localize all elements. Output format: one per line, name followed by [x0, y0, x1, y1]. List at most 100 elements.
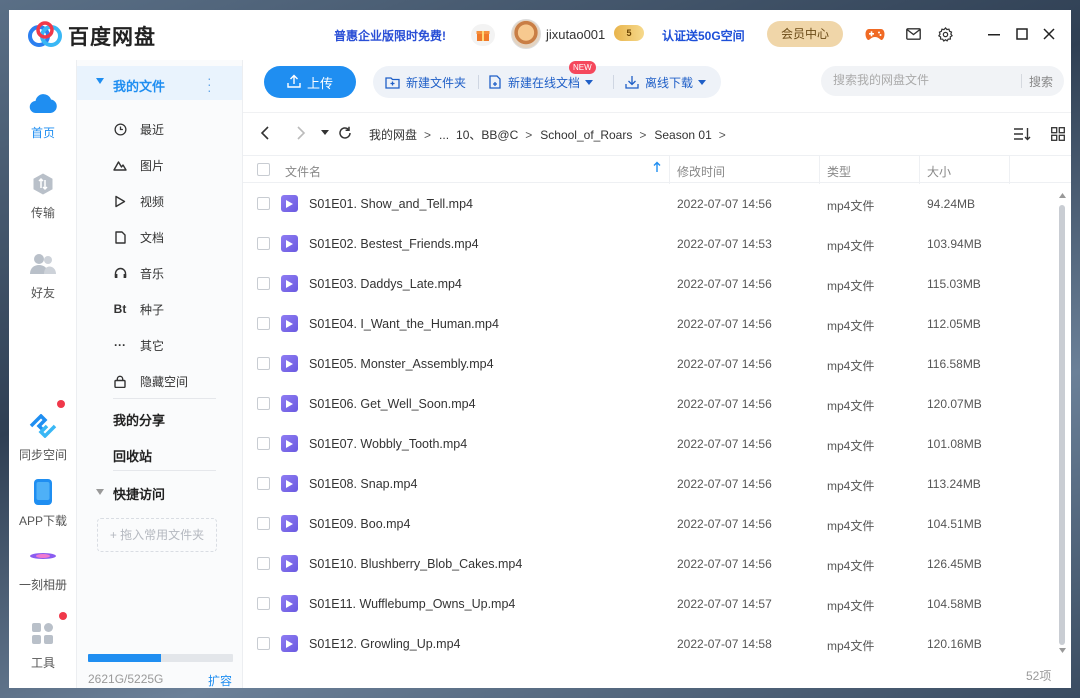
settings-gear-icon[interactable] [935, 24, 955, 44]
file-name[interactable]: S01E01. Show_and_Tell.mp4 [309, 197, 473, 211]
rail-item-friends[interactable]: 好友 [9, 250, 77, 301]
column-header-modified[interactable]: 修改时间 [677, 163, 725, 180]
vertical-scrollbar[interactable] [1058, 193, 1066, 653]
table-row[interactable]: S01E12. Growling_Up.mp4 2022-07-07 14:58 m… [243, 624, 1053, 654]
sidebar-item-hidden-space[interactable]: 隐藏空间 [113, 371, 188, 391]
table-row[interactable]: S01E11. Wufflebump_Owns_Up.mp4 2022-07-07… [243, 584, 1053, 624]
file-name[interactable]: S01E03. Daddys_Late.mp4 [309, 277, 462, 291]
column-divider[interactable] [1009, 156, 1010, 184]
rail-item-app-download[interactable]: APP下载 [9, 478, 77, 529]
avatar[interactable] [511, 19, 541, 49]
scroll-down-icon[interactable] [1059, 648, 1066, 653]
breadcrumb-ellipsis[interactable]: ... [439, 128, 449, 142]
file-name[interactable]: S01E02. Bestest_Friends.mp4 [309, 237, 479, 251]
column-divider[interactable] [669, 156, 670, 184]
sidebar-item-videos[interactable]: 视频 [113, 191, 164, 211]
sort-ascending-icon[interactable] [653, 161, 661, 176]
row-checkbox[interactable] [257, 277, 270, 290]
upload-button[interactable]: 上传 [264, 66, 356, 98]
sidebar-item-documents[interactable]: 文档 [113, 227, 164, 247]
rail-item-home[interactable]: 首页 [9, 90, 77, 141]
column-header-size[interactable]: 大小 [927, 163, 951, 180]
breadcrumb-item-current[interactable]: Season 01 [654, 128, 711, 142]
rail-item-album[interactable]: 一刻相册 [9, 542, 77, 593]
breadcrumb-item[interactable]: School_of_Roars [540, 128, 632, 142]
grid-view-icon[interactable] [1049, 125, 1067, 143]
sidebar-item-music[interactable]: 音乐 [113, 263, 164, 283]
file-name[interactable]: S01E06. Get_Well_Soon.mp4 [309, 397, 476, 411]
expand-storage-link[interactable]: 扩容 [208, 672, 232, 688]
table-row[interactable]: S01E05. Monster_Assembly.mp4 2022-07-07 1… [243, 344, 1053, 384]
gift-icon[interactable] [471, 24, 495, 46]
row-checkbox[interactable] [257, 597, 270, 610]
column-divider[interactable] [919, 156, 920, 184]
table-row[interactable]: S01E10. Blushberry_Blob_Cakes.mp4 2022-07… [243, 544, 1053, 584]
row-checkbox[interactable] [257, 197, 270, 210]
select-all-checkbox[interactable] [257, 163, 270, 176]
sidebar-item-my-share[interactable]: 我的分享 [113, 410, 165, 429]
row-checkbox[interactable] [257, 517, 270, 530]
sidebar-item-recycle-bin[interactable]: 回收站 [113, 446, 152, 465]
table-row[interactable]: S01E03. Daddys_Late.mp4 2022-07-07 14:56 m… [243, 264, 1053, 304]
mail-icon[interactable] [903, 24, 923, 44]
file-name[interactable]: S01E09. Boo.mp4 [309, 517, 410, 531]
sidebar-item-torrents[interactable]: Bt 种子 [113, 299, 164, 319]
file-name[interactable]: S01E10. Blushberry_Blob_Cakes.mp4 [309, 557, 522, 571]
promo-link[interactable]: 普惠企业版限时免费! [334, 27, 446, 44]
table-row[interactable]: S01E01. Show_and_Tell.mp4 2022-07-07 14:5… [243, 184, 1053, 224]
table-row[interactable]: S01E08. Snap.mp4 2022-07-07 14:56 mp4文件 113… [243, 464, 1053, 504]
breadcrumb-item[interactable]: 10、BB@C [456, 126, 518, 143]
rail-item-sync[interactable]: 同步空间 [9, 400, 77, 463]
sidebar-quick-access[interactable]: 快捷访问 [113, 484, 165, 503]
sidebar-item-images[interactable]: 图片 [113, 155, 164, 175]
new-folder-button[interactable]: 新建文件夹 [385, 66, 466, 98]
back-arrow-icon[interactable] [257, 125, 273, 141]
collapse-caret-icon[interactable] [96, 489, 104, 495]
sidebar-item-recent[interactable]: 最近 [113, 119, 164, 139]
close-button[interactable] [1038, 23, 1060, 45]
row-checkbox[interactable] [257, 637, 270, 650]
history-dropdown-icon[interactable] [317, 125, 333, 141]
file-name[interactable]: S01E05. Monster_Assembly.mp4 [309, 357, 494, 371]
row-checkbox[interactable] [257, 397, 270, 410]
breadcrumb-item[interactable]: 我的网盘 [369, 126, 417, 143]
minimize-button[interactable] [983, 23, 1005, 45]
collapse-caret-icon[interactable] [96, 78, 104, 84]
search-button[interactable]: 搜索 [1029, 73, 1053, 90]
row-checkbox[interactable] [257, 357, 270, 370]
username[interactable]: jixutao001 [546, 27, 605, 42]
rail-item-tools[interactable]: 工具 [9, 612, 77, 671]
sidebar-item-other[interactable]: ··· 其它 [113, 335, 164, 355]
offline-download-button[interactable]: 离线下载 [625, 66, 707, 98]
scroll-up-icon[interactable] [1059, 193, 1066, 198]
maximize-button[interactable] [1011, 23, 1033, 45]
table-row[interactable]: S01E04. I_Want_the_Human.mp4 2022-07-07 1… [243, 304, 1053, 344]
vip-level-badge[interactable]: 5 [614, 25, 644, 41]
row-checkbox[interactable] [257, 557, 270, 570]
file-name[interactable]: S01E08. Snap.mp4 [309, 477, 417, 491]
rail-item-transfer[interactable]: 传输 [9, 170, 77, 221]
file-name[interactable]: S01E12. Growling_Up.mp4 [309, 637, 460, 651]
column-divider[interactable] [819, 156, 820, 184]
row-checkbox[interactable] [257, 237, 270, 250]
search-input[interactable] [833, 73, 1013, 87]
forward-arrow-icon[interactable] [293, 125, 309, 141]
column-header-name[interactable]: 文件名 [285, 163, 321, 180]
certify-promo-link[interactable]: 认证送50G空间 [662, 27, 745, 44]
gamepad-icon[interactable] [865, 24, 885, 44]
row-checkbox[interactable] [257, 437, 270, 450]
column-header-type[interactable]: 类型 [827, 163, 851, 180]
file-name[interactable]: S01E11. Wufflebump_Owns_Up.mp4 [309, 597, 515, 611]
member-center-button[interactable]: 会员中心 [767, 21, 843, 47]
scroll-thumb[interactable] [1059, 205, 1065, 645]
sidebar-my-files[interactable]: 我的文件 · · · [77, 66, 242, 100]
refresh-icon[interactable] [337, 125, 353, 141]
more-vertical-icon[interactable]: · · · [207, 71, 212, 97]
sort-icon[interactable] [1013, 125, 1031, 143]
file-name[interactable]: S01E04. I_Want_the_Human.mp4 [309, 317, 499, 331]
table-row[interactable]: S01E07. Wobbly_Tooth.mp4 2022-07-07 14:56… [243, 424, 1053, 464]
row-checkbox[interactable] [257, 477, 270, 490]
table-row[interactable]: S01E09. Boo.mp4 2022-07-07 14:56 mp4文件 104.… [243, 504, 1053, 544]
file-name[interactable]: S01E07. Wobbly_Tooth.mp4 [309, 437, 467, 451]
row-checkbox[interactable] [257, 317, 270, 330]
